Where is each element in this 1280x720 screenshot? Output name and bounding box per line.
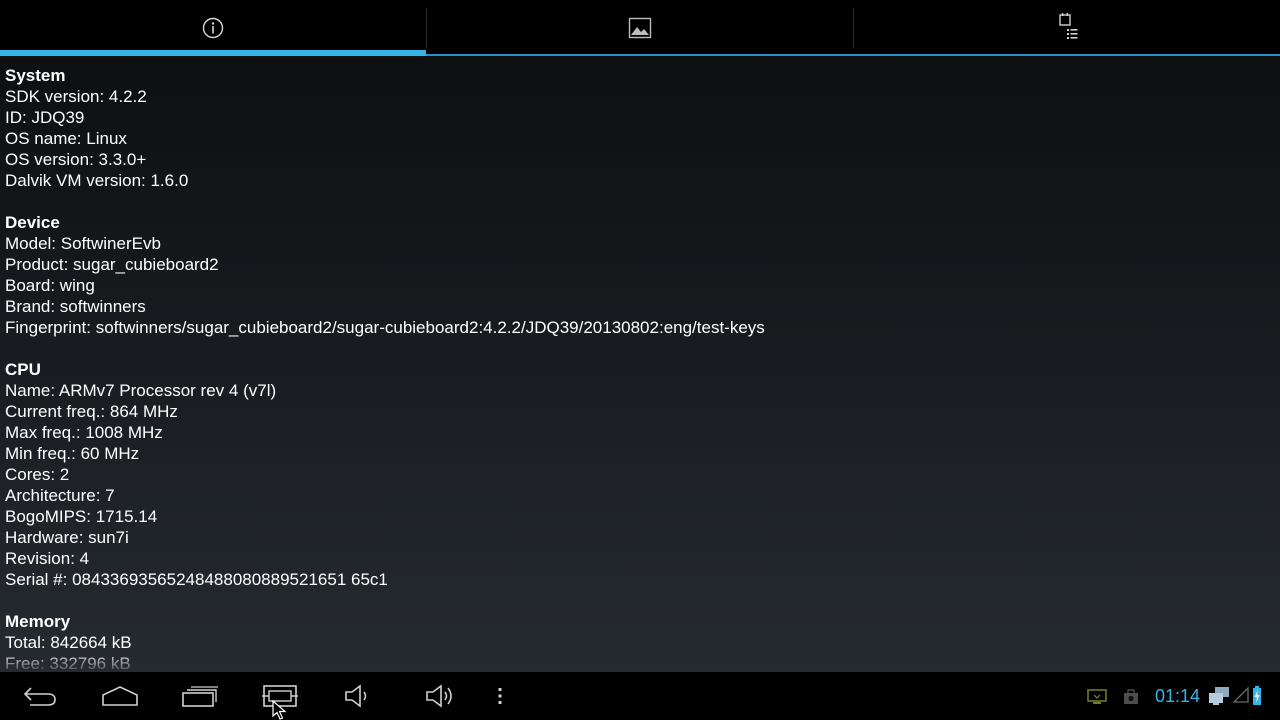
section-title: Device [5,213,60,232]
info-line: Hardware: sun7i [5,528,129,547]
info-line: Revision: 4 [5,549,90,568]
signal-icon [1233,687,1249,703]
back-icon [23,687,56,706]
home-button[interactable] [90,672,150,720]
volume-up-button[interactable] [410,672,470,720]
info-line: Total: 842664 kB [5,633,132,652]
volume-down-icon [345,684,367,708]
info-line: Min freq.: 60 MHz [5,444,140,463]
info-line: Brand: softwinners [5,297,146,316]
info-line: Free: 332796 kB [5,654,131,672]
info-line: Model: SoftwinerEvb [5,234,161,253]
section-title: System [5,66,66,85]
info-line: Max freq.: 1008 MHz [5,423,163,442]
android-screen: System SDK version: 4.2.2 ID: JDQ39 OS n… [0,0,1280,720]
tab-tasks[interactable] [854,0,1280,56]
info-icon [202,17,224,39]
info-line: OS version: 3.3.0+ [5,150,147,169]
device-info-panel: System SDK version: 4.2.2 ID: JDQ39 OS n… [0,56,1280,672]
overflow-menu-icon [498,688,502,704]
image-icon [628,17,652,39]
section-memory: Memory Total: 842664 kB Free: 332796 kB [5,611,1265,672]
volume-down-button[interactable] [328,672,388,720]
info-line: Current freq.: 864 MHz [5,402,178,421]
section-device: Device Model: SoftwinerEvb Product: suga… [5,212,1265,338]
info-list: System SDK version: 4.2.2 ID: JDQ39 OS n… [5,65,1265,672]
info-line: Name: ARMv7 Processor rev 4 (v7l) [5,381,277,400]
info-line: Fingerprint: softwinners/sugar_cubieboar… [5,318,765,337]
info-line: ID: JDQ39 [5,108,85,127]
recent-apps-button[interactable] [170,672,230,720]
info-line: Architecture: 7 [5,486,115,505]
section-title: Memory [5,612,71,631]
info-line: Product: sugar_cubieboard2 [5,255,219,274]
info-line: OS name: Linux [5,129,127,148]
tab-info[interactable] [0,0,426,56]
display-notification-icon[interactable] [1086,688,1108,706]
info-line: SDK version: 4.2.2 [5,87,147,106]
section-cpu: CPU Name: ARMv7 Processor rev 4 (v7l) Cu… [5,359,1265,590]
info-line: Serial #: 08433693565248488080889521651 … [5,570,388,589]
info-line: Dalvik VM version: 1.6.0 [5,171,189,190]
tab-bar [0,0,1280,56]
ethernet-icon [1209,687,1229,705]
battery-charging-icon [1253,686,1261,705]
volume-up-icon [426,684,452,708]
task-list-icon [1059,13,1078,39]
overflow-menu-button[interactable] [480,672,520,720]
info-line: BogoMIPS: 1715.14 [5,507,158,526]
section-title: CPU [5,360,41,379]
home-icon [102,686,138,706]
media-notification-icon[interactable] [1122,688,1140,706]
info-line: Board: wing [5,276,95,295]
mouse-cursor-icon [272,700,287,720]
tab-display[interactable] [427,0,853,56]
recent-apps-icon [182,686,218,707]
info-line: Cores: 2 [5,465,70,484]
status-clock: 01:14 [1155,686,1201,706]
back-button[interactable] [10,672,70,720]
section-system: System SDK version: 4.2.2 ID: JDQ39 OS n… [5,65,1265,191]
